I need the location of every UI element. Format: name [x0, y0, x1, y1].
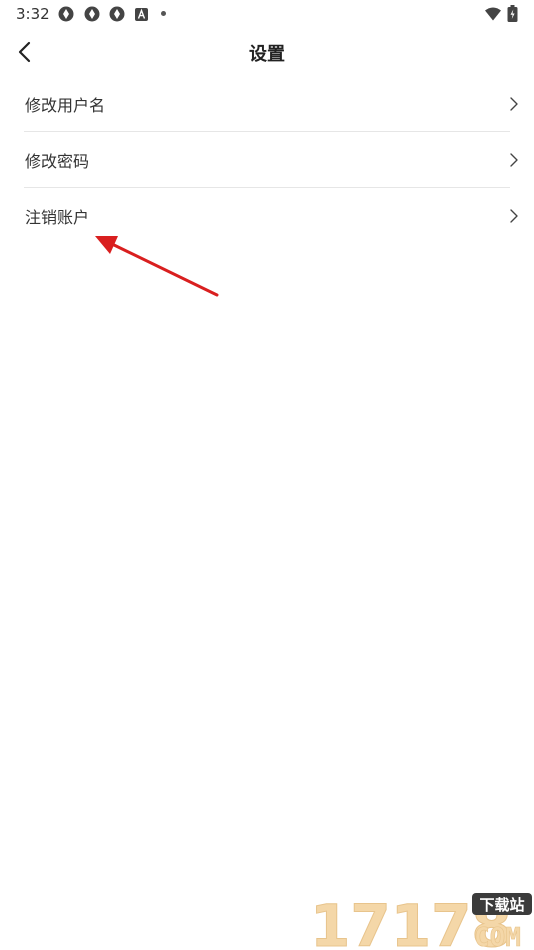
chevron-right-icon — [510, 209, 518, 223]
settings-list: 修改用户名 修改密码 注销账户 — [24, 76, 518, 243]
chevron-right-icon — [510, 97, 518, 111]
app-icon — [58, 6, 74, 22]
app-icon — [109, 6, 125, 22]
status-bar: 3:32 — [0, 0, 534, 28]
watermark-domain: COM — [474, 923, 521, 950]
settings-item-label: 注销账户 — [25, 208, 90, 227]
change-username-item[interactable]: 修改用户名 — [24, 76, 518, 132]
app-icon — [84, 6, 100, 22]
chevron-right-icon — [510, 153, 518, 167]
header: 设置 — [0, 30, 534, 76]
notification-dot — [161, 11, 166, 16]
watermark-logo: 17178 下载站 COM — [310, 892, 532, 950]
deactivate-account-item[interactable]: 注销账户 — [24, 188, 518, 243]
wifi-icon — [485, 7, 501, 21]
watermark-badge-text: 下载站 — [479, 896, 524, 914]
status-time: 3:32 — [16, 5, 50, 23]
settings-item-label: 修改密码 — [25, 152, 90, 171]
settings-item-label: 修改用户名 — [25, 96, 106, 115]
change-password-item[interactable]: 修改密码 — [24, 132, 518, 188]
battery-icon — [507, 5, 518, 22]
page-title: 设置 — [249, 44, 285, 65]
a-icon — [135, 8, 148, 21]
